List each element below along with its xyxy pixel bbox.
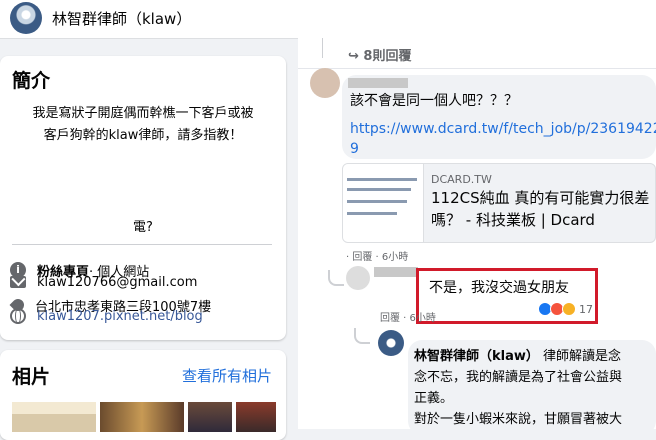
intro-card: 簡介 我是寫狀子開庭偶而幹樵一下客戶或被 客戶狗幹的klaw律師，請多指教！ 電… [0,56,286,340]
commenter-avatar[interactable] [310,68,340,98]
redacted-name [374,267,418,277]
bio-line-1: 我是寫狀子開庭偶而幹樵一下客戶或被 [32,106,254,121]
reply-connector [328,270,344,286]
wow-reaction-icon [562,302,576,316]
preview-thumbnail [343,164,424,242]
website-row: klaw1207.pixnet.net/blog [10,306,203,326]
page-header: 林智群律師（klaw） [0,0,656,39]
bio-line-2: 客戶狗幹的klaw律師，請多指教！ [43,128,243,143]
author-reply-line-2: 念不忘，我的解讀是為了社會公益與 [414,370,623,385]
photo-thumbnail[interactable] [188,402,232,432]
comment-meta[interactable]: 回覆 · 6小時 [380,309,436,324]
photos-heading: 相片 [12,366,51,388]
preview-domain: DCARD.TW [431,173,492,186]
photos-card: 相片 查看所有相片 [0,350,286,440]
reaction-summary[interactable]: 17 [538,302,593,316]
photo-thumbnail[interactable] [100,402,184,432]
comment-meta[interactable]: · 回覆 · 6小時 [346,248,408,263]
reply-arrow-icon: ↪ [348,49,364,64]
email-text[interactable]: klaw120766@gmail.com [37,275,197,290]
comment-text: 該不會是同一個人吧？？？ [350,93,518,109]
website-link[interactable]: klaw1207.pixnet.net/blog [37,309,203,324]
comment-author[interactable]: 林智群律師（klaw） [414,349,539,364]
reply-connector [354,328,370,344]
intro-divider [12,244,272,245]
replies-label: 8則回覆 [363,49,412,64]
author-reply-line-3: 正義。 [414,391,454,406]
mail-icon [10,276,26,288]
redacted-name [348,78,408,88]
photo-thumbnail[interactable] [236,402,276,432]
reaction-count: 17 [579,302,593,316]
preview-title: 112CS純血 真的有可能實力很差嗎？ - 科技業板 | Dcard [431,189,650,229]
intro-heading: 簡介 [12,70,51,92]
comment-link-line-1[interactable]: https://www.dcard.tw/f/tech_job/p/236194… [350,118,656,141]
author-avatar[interactable] [378,330,404,356]
comment-text: 不是，我沒交過女朋友 [429,280,569,296]
email-row: klaw120766@gmail.com [10,272,197,292]
section-divider [298,68,656,69]
see-all-photos-link[interactable]: 查看所有相片 [182,365,272,386]
photo-thumbnail[interactable] [12,402,96,432]
bio-line-3: 電? [133,220,153,235]
view-replies-link[interactable]: ↪ 8則回覆 [348,45,411,64]
comments-panel: ↪ 8則回覆 該不會是同一個人吧？？？ https://www.dcard.tw… [298,38,656,435]
link-preview-card[interactable]: DCARD.TW 112CS純血 真的有可能實力很差嗎？ - 科技業板 | Dc… [342,163,656,243]
author-reply-line-4: 對於一隻小蝦米來說，甘願冒著被大 [414,412,623,427]
commenter-avatar[interactable] [346,266,370,290]
comment-link-line-2[interactable]: 9 [350,138,359,161]
bio-text: 我是寫狀子開庭偶而幹樵一下客戶或被 客戶狗幹的klaw律師，請多指教！ [8,103,278,147]
reply-text: 律師解讀是念 [538,349,622,364]
profile-avatar[interactable] [10,2,42,34]
page-title[interactable]: 林智群律師（klaw） [52,8,191,29]
globe-icon [10,308,26,324]
thread-line [322,38,323,58]
highlight-box: 不是，我沒交過女朋友 17 [416,268,598,324]
author-reply-line-1: 林智群律師（klaw） 律師解讀是念 [414,345,621,368]
